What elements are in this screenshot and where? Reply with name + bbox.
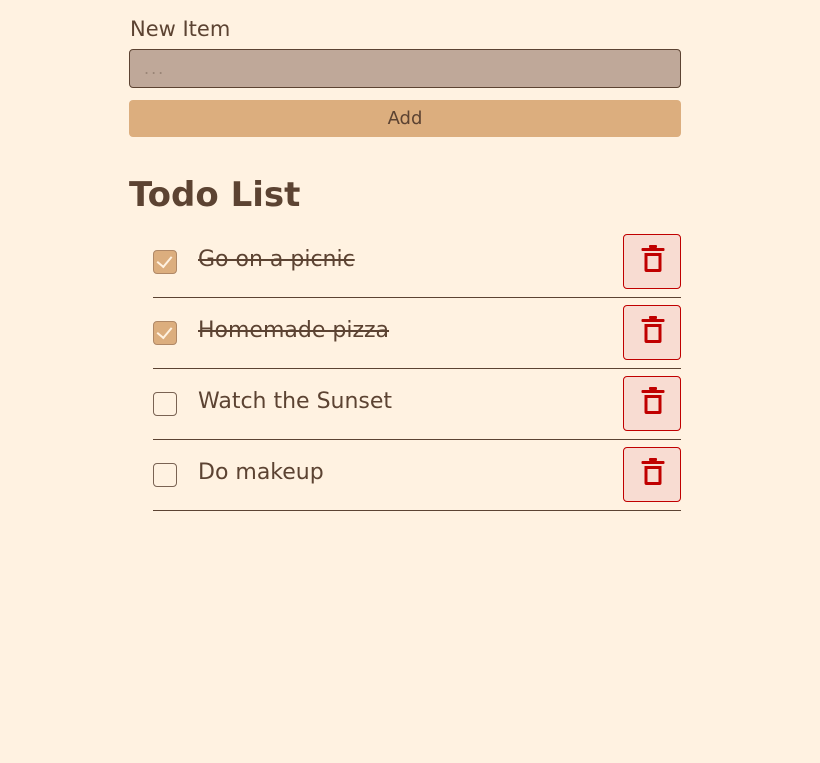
trash-icon (641, 316, 665, 343)
list-title: Todo List (129, 175, 301, 215)
item-checkbox[interactable] (153, 321, 177, 345)
item-text: Go on a picnic (198, 247, 355, 272)
item-text: Watch the Sunset (198, 389, 393, 414)
item-checkbox[interactable] (153, 250, 177, 274)
checkmark-icon (156, 322, 173, 340)
item-checkbox[interactable] (153, 392, 177, 416)
delete-button[interactable] (623, 447, 681, 502)
trash-icon (641, 387, 665, 414)
delete-button[interactable] (623, 234, 681, 289)
new-item-input[interactable] (129, 49, 681, 88)
list-item: Watch the Sunset (153, 369, 681, 440)
trash-icon (641, 458, 665, 485)
list-item: Homemade pizza (153, 298, 681, 369)
item-text: Do makeup (198, 460, 324, 485)
add-button[interactable]: Add (129, 100, 681, 137)
trash-icon (641, 245, 665, 272)
list-item: Go on a picnic (153, 227, 681, 298)
delete-button[interactable] (623, 376, 681, 431)
new-item-label: New Item (130, 17, 231, 41)
item-text: Homemade pizza (198, 318, 390, 343)
todo-list: Go on a picnic Homemade pizza Watch the … (153, 227, 681, 511)
delete-button[interactable] (623, 305, 681, 360)
item-checkbox[interactable] (153, 463, 177, 487)
list-item: Do makeup (153, 440, 681, 511)
checkmark-icon (156, 251, 173, 269)
